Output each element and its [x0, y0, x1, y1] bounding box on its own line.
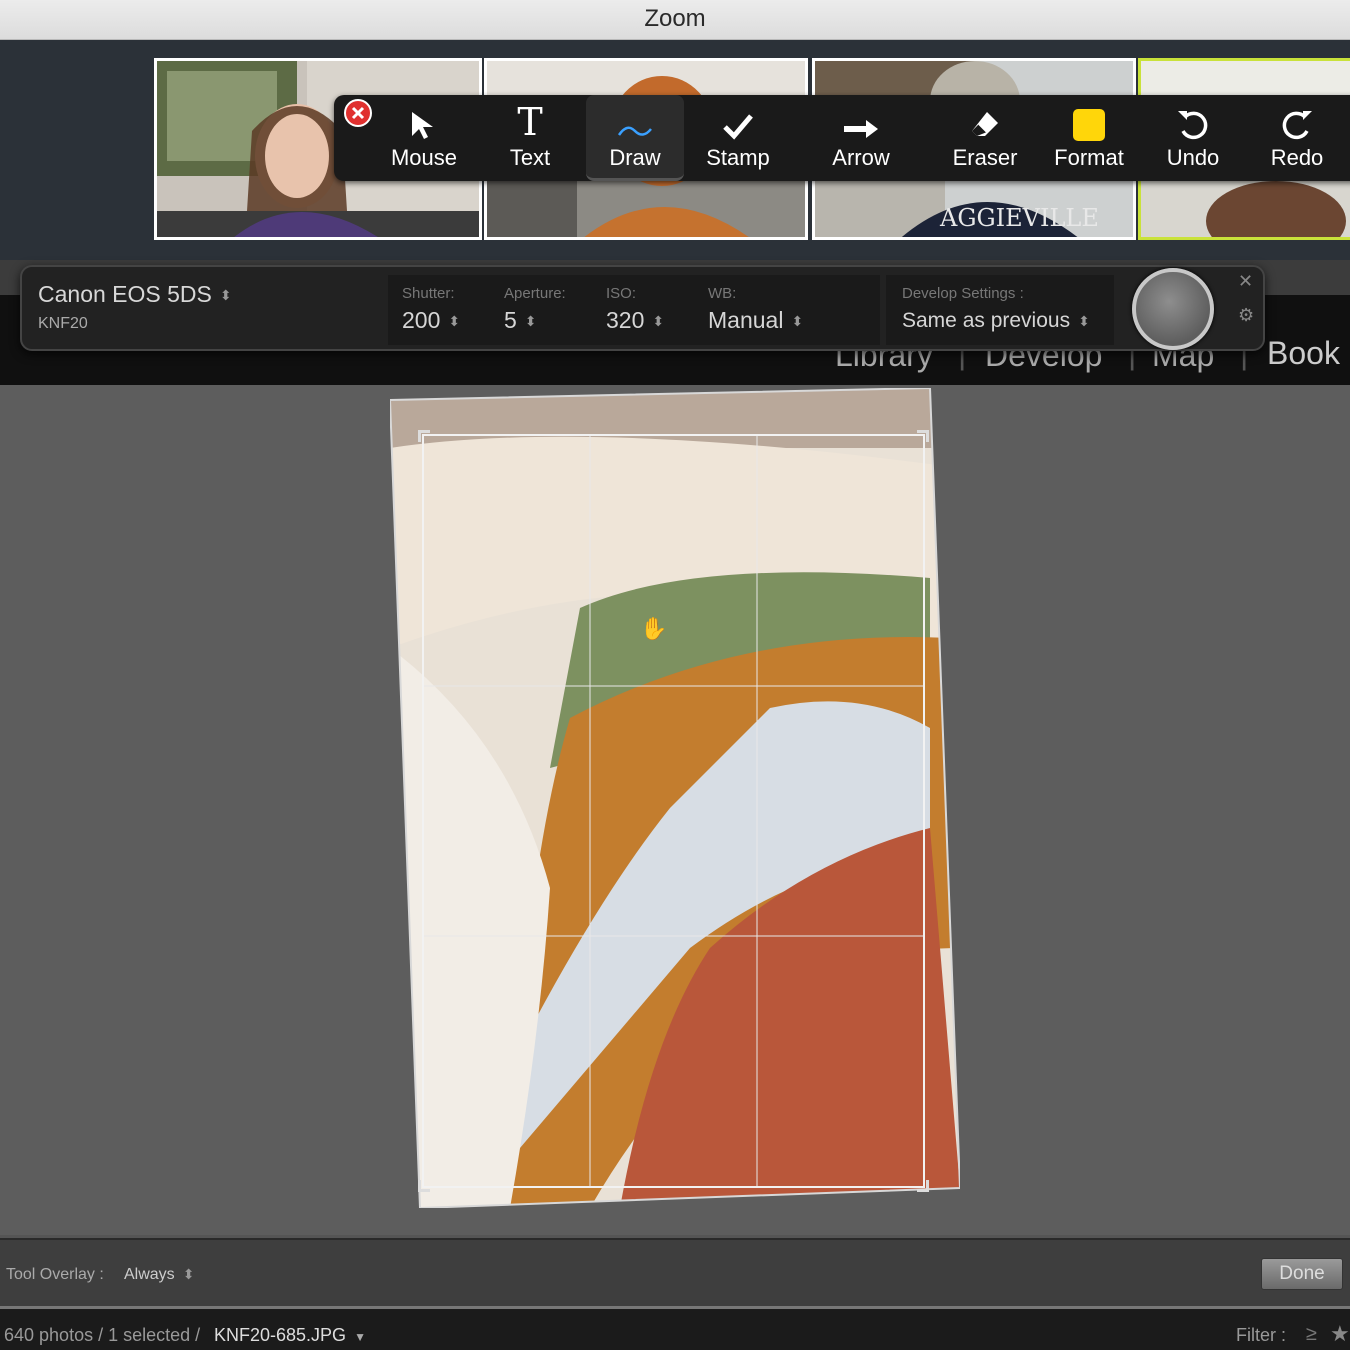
aggieville-caption: AGGIEVILLE — [939, 204, 1099, 232]
tool-format[interactable]: Format — [1038, 95, 1140, 181]
close-annotation-button[interactable] — [344, 99, 372, 127]
tool-draw[interactable]: Draw — [586, 95, 684, 181]
done-button[interactable]: Done — [1261, 1258, 1343, 1290]
tool-overlay-select[interactable]: Always ⬍ — [124, 1266, 194, 1284]
wb-value-select[interactable]: Manual ⬍ — [708, 307, 803, 334]
tool-redo-label: Redo — [1270, 145, 1324, 170]
updown-icon: ⬍ — [524, 313, 537, 330]
checkmark-stamp-icon — [688, 95, 788, 141]
tool-mouse-label: Mouse — [390, 145, 458, 170]
photo-count: 640 photos / 1 selected / — [4, 1325, 201, 1345]
greater-equal-icon[interactable]: ≥ — [1306, 1323, 1317, 1346]
text-icon: T — [517, 100, 543, 144]
tool-strip: Tool Overlay : Always ⬍ Done — [0, 1238, 1350, 1306]
tool-overlay-value: Always — [124, 1266, 175, 1283]
crop-grid-overlay — [424, 436, 923, 1186]
updown-icon: ⬍ — [791, 313, 804, 330]
crop-handle-top-right[interactable] — [917, 430, 929, 442]
tool-undo[interactable]: Undo — [1142, 95, 1244, 181]
updown-icon: ⬍ — [219, 287, 232, 304]
develop-settings-value: Same as previous — [902, 309, 1071, 332]
aperture-value-select[interactable]: 5 ⬍ — [504, 307, 537, 334]
filter-label: Filter : — [1236, 1325, 1287, 1345]
tool-mouse[interactable]: Mouse — [374, 95, 474, 181]
selected-file-dropdown[interactable]: KNF20-685.JPG ▼ — [214, 1325, 366, 1346]
shutter-value: 200 — [402, 307, 441, 333]
crop-frame[interactable]: ✋ — [418, 430, 929, 1192]
close-panel-icon[interactable]: ✕ — [1238, 271, 1253, 292]
capture-shutter-button[interactable] — [1132, 268, 1214, 350]
crop-handle-bottom-right[interactable] — [917, 1180, 929, 1192]
develop-settings-label: Develop Settings : — [902, 285, 1024, 302]
camera-settings: Shutter: 200 ⬍ Aperture: 5 ⬍ ISO: 320 ⬍ WB:… — [388, 275, 880, 345]
crop-handle-top-left[interactable] — [418, 430, 430, 442]
draw-squiggle-icon — [586, 95, 684, 141]
gear-icon[interactable]: ⚙ — [1238, 305, 1254, 326]
tool-draw-label: Draw — [609, 145, 661, 170]
wb-label: WB: — [708, 285, 737, 302]
tool-eraser[interactable]: Eraser — [934, 95, 1036, 181]
annotation-toolbar: Mouse T Text Draw Stamp Arrow Eraser For… — [334, 95, 1350, 181]
tool-arrow-label: Arrow — [832, 145, 890, 170]
tool-format-label: Format — [1054, 145, 1124, 170]
updown-icon: ⬍ — [448, 313, 461, 330]
tool-stamp[interactable]: Stamp — [688, 95, 788, 181]
aperture-value: 5 — [504, 307, 517, 333]
shutter-label: Shutter: — [402, 285, 455, 302]
aperture-label: Aperture: — [504, 285, 566, 302]
iso-label: ISO: — [606, 285, 637, 302]
tool-eraser-label: Eraser — [952, 145, 1018, 170]
camera-name: Canon EOS 5DS — [38, 281, 212, 307]
crop-handle-bottom-left[interactable] — [418, 1180, 430, 1192]
eraser-icon — [934, 95, 1036, 141]
selected-filename: KNF20-685.JPG — [214, 1325, 347, 1345]
session-name: KNF20 — [38, 315, 88, 332]
tool-text-label: Text — [509, 145, 551, 170]
tool-redo[interactable]: Redo — [1246, 95, 1348, 181]
filmstrip-bar: 640 photos / 1 selected / KNF20-685.JPG ▼… — [0, 1306, 1350, 1350]
window-title: Zoom — [644, 5, 706, 32]
undo-icon — [1142, 95, 1244, 141]
tool-undo-label: Undo — [1166, 145, 1220, 170]
updown-icon: ⬍ — [1078, 312, 1090, 329]
wb-value: Manual — [708, 307, 784, 333]
close-icon — [351, 106, 365, 120]
shutter-value-select[interactable]: 200 ⬍ — [402, 307, 460, 334]
tool-stamp-label: Stamp — [706, 145, 770, 170]
updown-icon: ⬍ — [182, 1266, 195, 1283]
star-icon[interactable]: ★ — [1330, 1321, 1350, 1347]
hand-cursor-icon: ✋ — [640, 616, 668, 641]
zoom-title-bar: Zoom — [0, 0, 1350, 40]
chevron-down-icon: ▼ — [354, 1330, 366, 1344]
redo-icon — [1246, 95, 1348, 141]
develop-settings: Develop Settings : Same as previous ⬍ — [886, 275, 1114, 345]
tethered-capture-panel: Canon EOS 5DS ⬍ KNF20 Shutter: 200 ⬍ Apert… — [20, 265, 1265, 351]
updown-icon: ⬍ — [652, 313, 665, 330]
tool-text[interactable]: T Text — [480, 95, 580, 181]
tool-arrow[interactable]: Arrow — [810, 95, 912, 181]
develop-settings-select[interactable]: Same as previous ⬍ — [902, 309, 1090, 333]
format-color-icon — [1038, 95, 1140, 141]
camera-select[interactable]: Canon EOS 5DS ⬍ — [38, 281, 232, 308]
tool-overlay-label: Tool Overlay : — [6, 1266, 104, 1283]
iso-value-select[interactable]: 320 ⬍ — [606, 307, 664, 334]
module-book[interactable]: Book — [1267, 335, 1340, 372]
iso-value: 320 — [606, 307, 645, 333]
arrow-right-icon — [810, 95, 912, 141]
mouse-pointer-icon — [374, 95, 474, 141]
